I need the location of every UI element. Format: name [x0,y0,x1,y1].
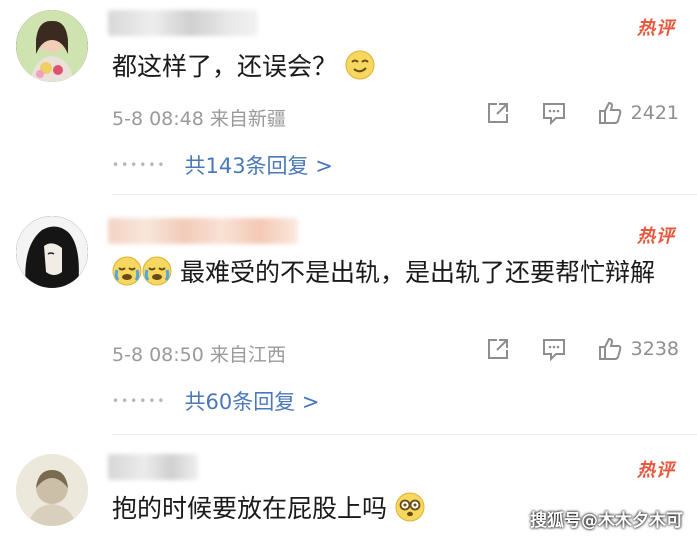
avatar-photo [16,216,88,288]
dots-separator: •••••• [112,394,167,408]
like-icon[interactable] [597,336,623,362]
comment-text-content: 抱的时候要放在屁股上吗 [112,494,388,523]
smirk-face-icon [345,50,375,80]
comment-icon[interactable] [541,336,567,362]
like-icon[interactable] [597,100,623,126]
comment-actions: 2421 [485,100,679,126]
replies-label: 共60条回复 > [184,390,320,414]
crying-face-icon [112,256,142,286]
comment-text-content: 都这样了，还误会？ [112,52,338,81]
like-count: 3238 [630,338,679,360]
comment-actions: 3238 [485,336,679,362]
avatar-photo [16,10,88,82]
comment-text-content: 最难受的不是出轨，是出轨了还要帮忙辩解 [179,258,655,287]
avatar[interactable] [16,216,88,288]
replies-label: 共143条回复 > [184,154,333,178]
divider [112,434,697,435]
hot-comment-badge: 热评 [637,226,675,247]
comment-item: 热评 都这样了，还误会？ 5-8 08:48 来自新疆 2421 •••••• [0,0,697,195]
avatar[interactable] [16,454,88,526]
share-icon[interactable] [485,336,511,362]
username-blurred[interactable] [108,454,198,480]
divider [112,194,697,195]
replies-link[interactable]: •••••• 共143条回复 > [112,150,333,180]
crying-face-icon [142,256,172,286]
avatar[interactable] [16,10,88,82]
like-count: 2421 [630,102,679,124]
username-blurred[interactable] [108,218,298,244]
shocked-glasses-face-icon [395,492,425,522]
avatar-photo [16,454,88,526]
comment-meta: 5-8 08:48 来自新疆 [112,108,286,130]
comment-icon[interactable] [541,100,567,126]
comment-meta: 5-8 08:50 来自江西 [112,344,286,366]
username-blurred[interactable] [108,10,258,36]
comment-text: 都这样了，还误会？ [112,48,672,86]
hot-comment-badge: 热评 [637,18,675,39]
replies-link[interactable]: •••••• 共60条回复 > [112,386,319,416]
dots-separator: •••••• [112,158,167,172]
watermark: 搜狐号@木木夕木可 [530,511,683,531]
hot-comment-badge: 热评 [637,460,675,481]
comment-item: 热评 最难受的不是出轨，是出轨了还要帮忙辩解 5-8 08:50 来自江西 32… [0,196,697,436]
comment-text: 最难受的不是出轨，是出轨了还要帮忙辩解 [112,254,672,292]
share-icon[interactable] [485,100,511,126]
